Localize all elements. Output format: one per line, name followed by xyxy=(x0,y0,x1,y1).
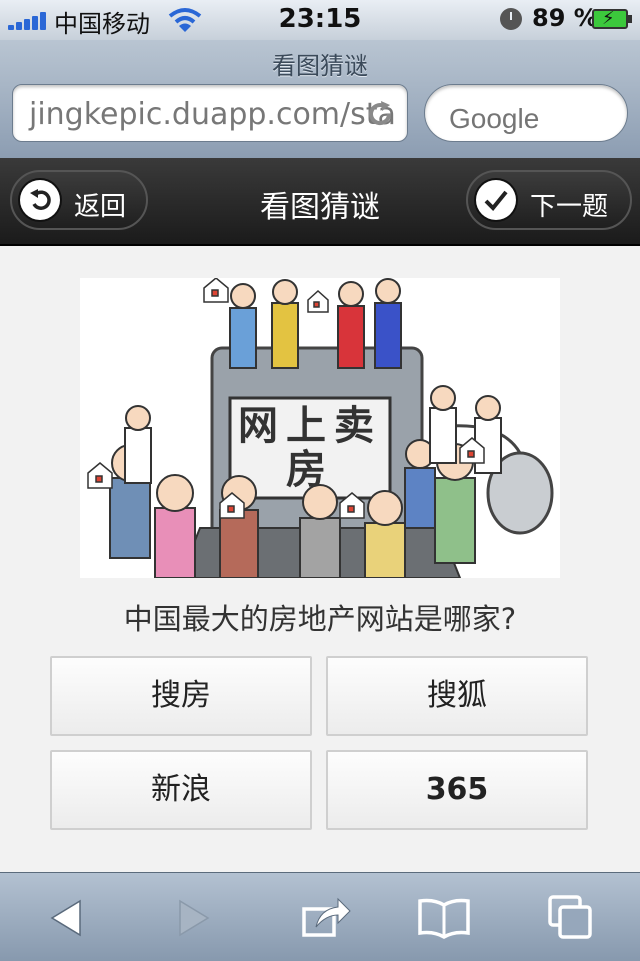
checkmark-icon xyxy=(476,180,516,220)
browser-page-title: 看图猜谜 xyxy=(272,52,368,80)
answer-option-1[interactable]: 搜房 xyxy=(50,656,312,736)
reload-icon[interactable] xyxy=(365,99,395,129)
battery-icon: ⚡ xyxy=(592,8,632,29)
answer-option-4[interactable]: 365 xyxy=(326,750,588,830)
back-arrow-icon[interactable] xyxy=(40,891,100,945)
puzzle-content: 网上卖房 中国最大的房地产网站是哪家? 搜房 搜狐 新浪 365 xyxy=(0,246,640,872)
url-field[interactable]: jingkepic.duapp.com/sta xyxy=(12,84,408,142)
next-question-button[interactable]: 下一题 xyxy=(466,170,632,230)
browser-toolbar-top: 看图猜谜 jingkepic.duapp.com/sta xyxy=(0,40,640,159)
alarm-clock-icon xyxy=(500,8,522,30)
answer-option-2[interactable]: 搜狐 xyxy=(326,656,588,736)
bookmarks-icon[interactable] xyxy=(414,891,474,945)
next-button-label: 下一题 xyxy=(530,192,609,222)
forward-arrow-icon[interactable] xyxy=(160,891,220,945)
puzzle-illustration: 网上卖房 xyxy=(80,278,560,578)
share-icon[interactable] xyxy=(296,891,356,945)
battery-percent: 89 % xyxy=(532,4,598,32)
question-text: 中国最大的房地产网站是哪家? xyxy=(123,602,517,636)
tabs-icon[interactable] xyxy=(540,891,600,945)
app-header: 返回 看图猜谜 下一题 xyxy=(0,158,640,246)
url-text: jingkepic.duapp.com/sta xyxy=(29,97,396,132)
status-bar: 中国移动 23:15 89 % ⚡ xyxy=(0,0,640,40)
answer-option-3[interactable]: 新浪 xyxy=(50,750,312,830)
image-sign-text: 网上卖房 xyxy=(238,403,382,493)
browser-toolbar-bottom xyxy=(0,872,640,961)
search-input[interactable] xyxy=(424,84,628,142)
